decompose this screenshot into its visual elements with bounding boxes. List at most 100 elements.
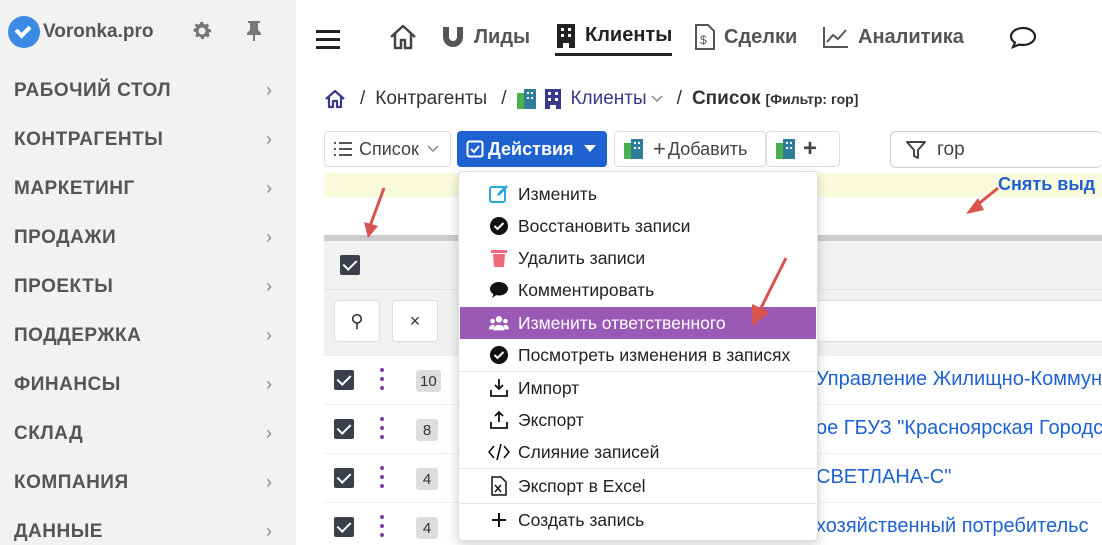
sidebar-item-label: МАРКЕТИНГ: [14, 177, 135, 199]
chevron-right-icon: ›: [266, 178, 272, 198]
actions-dropdown-button[interactable]: Действия: [457, 131, 607, 167]
sidebar-item-support[interactable]: ПОДДЕРЖКА ›: [0, 311, 296, 360]
tab-label: Сделки: [724, 25, 798, 48]
tab-analytics[interactable]: Аналитика: [822, 18, 964, 56]
sidebar-item-warehouse[interactable]: СКЛАД ›: [0, 409, 296, 458]
tab-clients[interactable]: Клиенты: [555, 18, 673, 56]
row-menu-icon[interactable]: [377, 515, 387, 537]
view-list-select[interactable]: Список: [324, 131, 451, 167]
row-checkbox[interactable]: [334, 419, 354, 439]
buildings-icon: [624, 139, 643, 159]
menu-item-export-excel[interactable]: Экспорт в Excel: [460, 470, 816, 502]
search-icon[interactable]: ⚲: [334, 300, 380, 342]
chevron-right-icon: ›: [266, 129, 272, 149]
menu-item-view-changes[interactable]: Посмотреть изменения в записях: [460, 339, 816, 371]
svg-text:$: $: [700, 33, 707, 47]
brand-logo[interactable]: Voronka.pro: [8, 14, 154, 50]
menu-item-import[interactable]: Импорт: [460, 372, 816, 404]
clear-icon[interactable]: ×: [392, 300, 438, 342]
actions-label: Действия: [488, 138, 574, 159]
filter-search-input[interactable]: гор: [890, 131, 1102, 168]
sidebar-item-label: ПРОДАЖИ: [14, 226, 117, 248]
menu-item-restore[interactable]: Восстановить записи: [460, 210, 816, 242]
chat-icon: [1009, 26, 1037, 49]
menu-item-label: Экспорт в Excel: [518, 475, 646, 496]
checkbox-icon: [466, 140, 484, 158]
sidebar-item-label: КОНТРАГЕНТЫ: [14, 128, 164, 150]
sidebar-item-data[interactable]: ДАННЫЕ ›: [0, 507, 296, 545]
row-client-name[interactable]: Управление Жилищно-Коммун: [816, 368, 1102, 391]
breadcrumb-separator: /: [676, 88, 682, 109]
list-icon: [334, 142, 352, 156]
breadcrumb-contractors[interactable]: Контрагенты: [375, 88, 487, 110]
breadcrumb-clients[interactable]: Клиенты: [570, 88, 646, 110]
chevron-right-icon: ›: [266, 472, 272, 492]
sidebar-item-sales[interactable]: ПРОДАЖИ ›: [0, 213, 296, 262]
row-checkbox[interactable]: [334, 370, 354, 390]
excel-icon: [488, 475, 510, 497]
actions-dropdown-menu: Изменить Восстановить записи Удалить зап…: [458, 171, 818, 541]
tab-label: Аналитика: [858, 25, 964, 48]
home-icon[interactable]: [324, 88, 346, 110]
row-menu-icon[interactable]: [377, 466, 387, 488]
sidebar-item-contractors[interactable]: КОНТРАГЕНТЫ ›: [0, 115, 296, 164]
breadcrumb-filter: [Фильтр: гор]: [765, 91, 859, 107]
menu-item-label: Слияние записей: [518, 441, 660, 462]
sidebar-item-label: ДАННЫЕ: [14, 520, 103, 542]
row-checkbox[interactable]: [334, 517, 354, 537]
view-list-label: Список: [359, 138, 419, 159]
sidebar-item-projects[interactable]: ПРОЕКТЫ ›: [0, 262, 296, 311]
menu-item-label: Изменить: [518, 183, 597, 204]
chat-button[interactable]: [1009, 18, 1037, 56]
row-client-name[interactable]: хозяйственный потребительс: [816, 515, 1089, 538]
filter-search-value: гор: [937, 138, 965, 160]
sidebar: Voronka.pro РАБОЧИЙ СТОЛ › КОНТРАГЕНТЫ ›…: [0, 0, 296, 545]
breadcrumb-separator: /: [501, 88, 507, 109]
plus-icon: [488, 509, 510, 531]
menu-item-label: Изменить ответственного: [518, 312, 726, 333]
magnet-icon: [443, 27, 463, 47]
logo-icon: [8, 16, 40, 48]
row-checkbox[interactable]: [334, 468, 354, 488]
chevron-down-icon[interactable]: [651, 94, 663, 104]
sidebar-item-finance[interactable]: ФИНАНСЫ ›: [0, 360, 296, 409]
menu-item-create[interactable]: Создать запись: [460, 504, 816, 536]
menu-item-edit[interactable]: Изменить: [460, 178, 816, 210]
deselect-link[interactable]: Снять выд: [998, 174, 1095, 195]
tab-deals[interactable]: $ Сделки: [694, 18, 797, 56]
select-all-checkbox[interactable]: [340, 255, 360, 275]
pin-icon[interactable]: [241, 18, 267, 44]
row-menu-icon[interactable]: [377, 368, 387, 390]
gear-icon[interactable]: [189, 18, 215, 44]
import-icon: [488, 377, 510, 399]
sidebar-item-desktop[interactable]: РАБОЧИЙ СТОЛ ›: [0, 66, 296, 115]
menu-item-export[interactable]: Экспорт: [460, 404, 816, 436]
sidebar-item-company[interactable]: КОМПАНИЯ ›: [0, 458, 296, 507]
home-tab[interactable]: [388, 18, 418, 56]
menu-item-merge[interactable]: Слияние записей: [460, 436, 816, 468]
menu-item-comment[interactable]: Комментировать: [460, 274, 816, 306]
menu-item-delete[interactable]: Удалить записи: [460, 242, 816, 274]
deal-document-icon: $: [695, 24, 715, 50]
menu-item-label: Удалить записи: [518, 247, 646, 268]
column-filter-input[interactable]: [810, 300, 1102, 342]
row-menu-icon[interactable]: [377, 417, 387, 439]
trash-icon: [488, 247, 510, 269]
caret-down-icon: [583, 145, 596, 152]
top-navbar: Лиды Клиенты $ Сделки Аналитика: [296, 0, 1102, 74]
row-client-name[interactable]: ое ГБУЗ "Красноярская Городск: [816, 417, 1102, 440]
comment-icon: [488, 279, 510, 301]
menu-item-label: Комментировать: [518, 279, 655, 300]
edit-icon: [488, 183, 510, 205]
row-count-badge: 4: [416, 468, 438, 490]
menu-toggle-icon[interactable]: [316, 30, 340, 50]
tab-label: Лиды: [474, 25, 531, 48]
row-client-name[interactable]: СВЕТЛАНА-С": [816, 466, 951, 489]
quick-add-client-button[interactable]: +: [766, 131, 840, 167]
sidebar-item-marketing[interactable]: МАРКЕТИНГ ›: [0, 164, 296, 213]
menu-item-change-responsible[interactable]: Изменить ответственного: [460, 307, 816, 339]
menu-divider: [460, 468, 816, 469]
breadcrumb-separator: /: [360, 88, 366, 109]
add-client-button[interactable]: + Добавить: [614, 131, 766, 167]
tab-leads[interactable]: Лиды: [440, 18, 530, 56]
